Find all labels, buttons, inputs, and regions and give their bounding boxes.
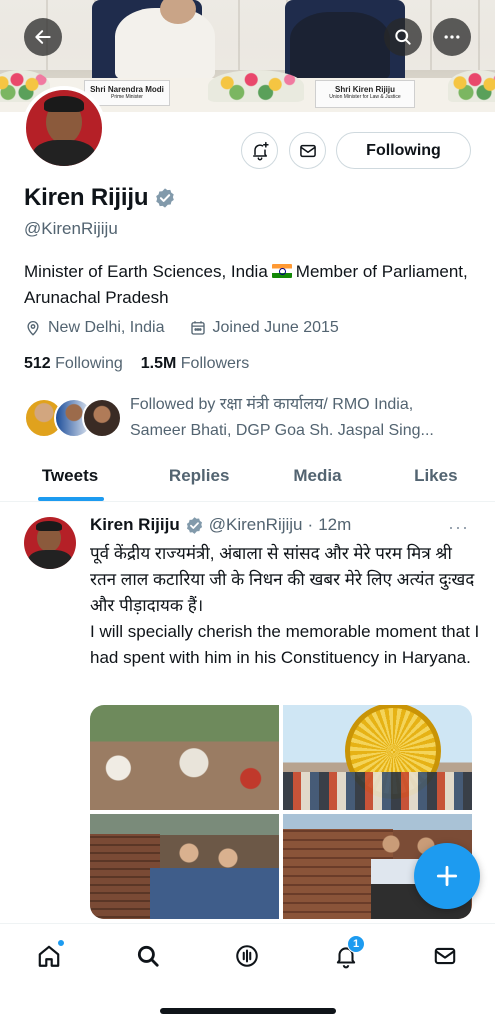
tab-likes[interactable]: Likes bbox=[377, 452, 495, 501]
profile-name: Kiren Rijiju bbox=[24, 184, 149, 211]
followers-count: 1.5M bbox=[140, 355, 177, 372]
namecard-title: Prime Minister bbox=[111, 93, 143, 100]
bell-plus-icon bbox=[252, 141, 269, 160]
envelope-icon bbox=[299, 144, 316, 157]
photo-crowd bbox=[283, 772, 472, 810]
avatar-hair bbox=[36, 521, 62, 531]
followed-by-text: Followed by रक्षा मंत्री कार्यालय/ RMO I… bbox=[130, 396, 434, 439]
location-pin-icon bbox=[27, 321, 39, 336]
tweet-time[interactable]: 12m bbox=[318, 515, 351, 535]
bottom-navigation: 1 bbox=[0, 923, 495, 1024]
notification-badge: 1 bbox=[347, 935, 365, 953]
tweet-text-hindi: पूर्व केंद्रीय राज्यमंत्री, अंबाला से सा… bbox=[90, 544, 475, 615]
messages-icon bbox=[434, 947, 456, 965]
verified-badge-icon[interactable] bbox=[154, 187, 176, 209]
nav-search[interactable] bbox=[133, 941, 163, 971]
arrow-left-icon bbox=[35, 30, 51, 44]
india-flag-icon bbox=[271, 264, 292, 278]
avatar-body bbox=[28, 550, 72, 569]
search-icon bbox=[395, 29, 411, 45]
tweet-author-name[interactable]: Kiren Rijiju bbox=[90, 515, 180, 535]
followers-count-link[interactable]: 1.5M Followers bbox=[141, 355, 250, 373]
namecard-title: Union Minister for Law & Justice bbox=[329, 93, 401, 100]
banner-flowers bbox=[208, 70, 304, 102]
more-horizontal-icon bbox=[444, 35, 460, 39]
profile-bio: Minister of Earth Sciences, India Member … bbox=[24, 259, 474, 311]
tweet-author-avatar[interactable] bbox=[24, 517, 76, 569]
profile-joined: Joined June 2015 bbox=[212, 319, 339, 336]
compose-tweet-button[interactable] bbox=[414, 843, 480, 909]
plus-icon bbox=[436, 865, 458, 887]
tab-tweets[interactable]: Tweets bbox=[0, 452, 140, 501]
search-button[interactable] bbox=[384, 18, 422, 56]
tweet-photo[interactable] bbox=[90, 705, 279, 810]
banner-namecard-right: Shri Kiren Rijiju Union Minister for Law… bbox=[315, 80, 415, 108]
avatar-hair bbox=[44, 96, 84, 112]
following-label: Following bbox=[55, 355, 123, 372]
photo-people bbox=[150, 828, 279, 919]
profile-avatar[interactable] bbox=[22, 86, 106, 170]
home-icon bbox=[38, 945, 60, 967]
banner-person bbox=[290, 12, 390, 80]
verified-badge-icon bbox=[186, 516, 202, 534]
tweet-media-grid bbox=[90, 705, 472, 919]
tweet-author-handle: @KirenRijiju bbox=[208, 515, 303, 534]
message-button[interactable] bbox=[289, 132, 326, 169]
home-indicator bbox=[160, 1008, 336, 1014]
nav-spaces[interactable] bbox=[232, 941, 262, 971]
tweet-photo[interactable] bbox=[283, 705, 472, 810]
back-button[interactable] bbox=[24, 18, 62, 56]
tab-replies[interactable]: Replies bbox=[140, 452, 258, 501]
following-count-link[interactable]: 512 Following bbox=[24, 355, 123, 373]
tweet-separator: · bbox=[307, 515, 314, 534]
avatar-body bbox=[32, 140, 96, 166]
notify-button[interactable] bbox=[241, 132, 278, 169]
following-button[interactable]: Following bbox=[336, 132, 471, 169]
profile-counts: 512 Following 1.5M Followers bbox=[24, 355, 249, 373]
namecard-name: Shri Narendra Modi bbox=[90, 85, 164, 94]
profile-handle: @KirenRijiju bbox=[24, 219, 118, 238]
bio-text: Minister of Earth Sciences, India bbox=[24, 262, 268, 281]
followed-by-row[interactable]: Followed by रक्षा मंत्री कार्यालय/ RMO I… bbox=[24, 392, 474, 442]
following-count: 512 bbox=[24, 355, 51, 372]
followers-label: Followers bbox=[180, 355, 250, 372]
spaces-icon bbox=[236, 945, 258, 967]
tweet-photo[interactable] bbox=[90, 814, 279, 919]
search-icon bbox=[137, 945, 159, 967]
tweet-header: Kiren Rijiju @KirenRijiju · 12m bbox=[90, 515, 480, 535]
namecard-name: Shri Kiren Rijiju bbox=[334, 85, 395, 94]
banner-flowers bbox=[448, 70, 495, 102]
tweet-text-english: I will specially cherish the memorable m… bbox=[90, 622, 480, 667]
profile-meta: New Delhi, India Joined June 2015 bbox=[24, 319, 339, 337]
nav-messages[interactable] bbox=[430, 941, 460, 971]
nav-notifications[interactable]: 1 bbox=[331, 935, 365, 971]
calendar-icon bbox=[190, 321, 205, 335]
tab-media[interactable]: Media bbox=[258, 452, 376, 501]
profile-name-row: Kiren Rijiju bbox=[24, 184, 176, 212]
home-new-dot bbox=[57, 939, 65, 947]
profile-tabs: Tweets Replies Media Likes bbox=[0, 452, 495, 502]
tweet-more-button[interactable]: ··· bbox=[448, 517, 469, 538]
follower-avatar bbox=[82, 398, 122, 438]
tweet-text: पूर्व केंद्रीय राज्यमंत्री, अंबाला से सा… bbox=[90, 541, 482, 671]
profile-location: New Delhi, India bbox=[48, 319, 165, 336]
nav-home[interactable] bbox=[34, 939, 65, 971]
more-button[interactable] bbox=[433, 18, 471, 56]
